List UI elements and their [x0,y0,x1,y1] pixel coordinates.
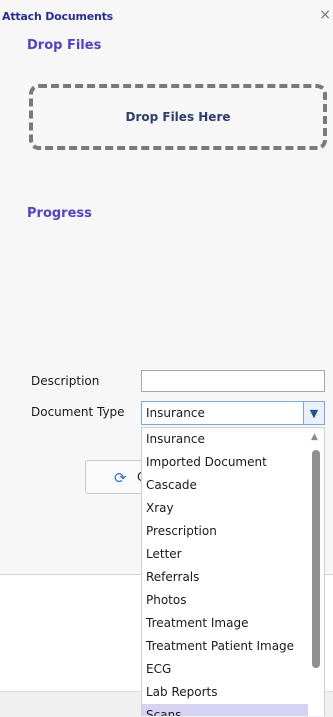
dropdown-option[interactable]: Imported Document [142,451,308,474]
dropdown-option[interactable]: Treatment Image [142,612,308,635]
dropdown-option[interactable]: Letter [142,543,308,566]
dropdown-option[interactable]: Referrals [142,566,308,589]
dropdown-option[interactable]: Photos [142,589,308,612]
scroll-thumb[interactable] [312,450,320,668]
dropdown-option[interactable]: Cascade [142,474,308,497]
dialog-title: Attach Documents [2,10,114,23]
dropdown-option[interactable]: Xray [142,497,308,520]
document-type-select[interactable]: Insurance ▼ [141,401,325,425]
document-type-dropdown[interactable]: Insurance Imported Document Cascade Xray Pre… [141,427,325,716]
upload-icon: ⟳ [114,469,127,487]
document-type-label: Document Type [31,405,125,419]
document-type-value: Insurance [146,406,205,420]
description-label: Description [31,374,100,388]
dropdown-option[interactable]: Prescription [142,520,308,543]
drop-zone-text: Drop Files Here [125,110,231,124]
description-input[interactable] [141,370,325,392]
dropdown-option[interactable]: ECG [142,658,308,681]
dropdown-option[interactable]: Scans [142,704,308,716]
drop-files-heading: Drop Files [27,38,102,53]
dropdown-scrollbar[interactable]: ▲ [309,428,323,716]
dropdown-option[interactable]: Insurance [142,428,308,451]
close-icon[interactable]: × [319,8,331,22]
scroll-up-icon[interactable]: ▲ [311,432,318,442]
dropdown-option-list: Insurance Imported Document Cascade Xray Pre… [142,428,324,716]
progress-heading: Progress [27,206,92,221]
chevron-down-icon[interactable]: ▼ [303,402,324,424]
dropdown-option[interactable]: Treatment Patient Image [142,635,308,658]
dropdown-option[interactable]: Lab Reports [142,681,308,704]
drop-zone[interactable]: Drop Files Here [29,84,327,150]
